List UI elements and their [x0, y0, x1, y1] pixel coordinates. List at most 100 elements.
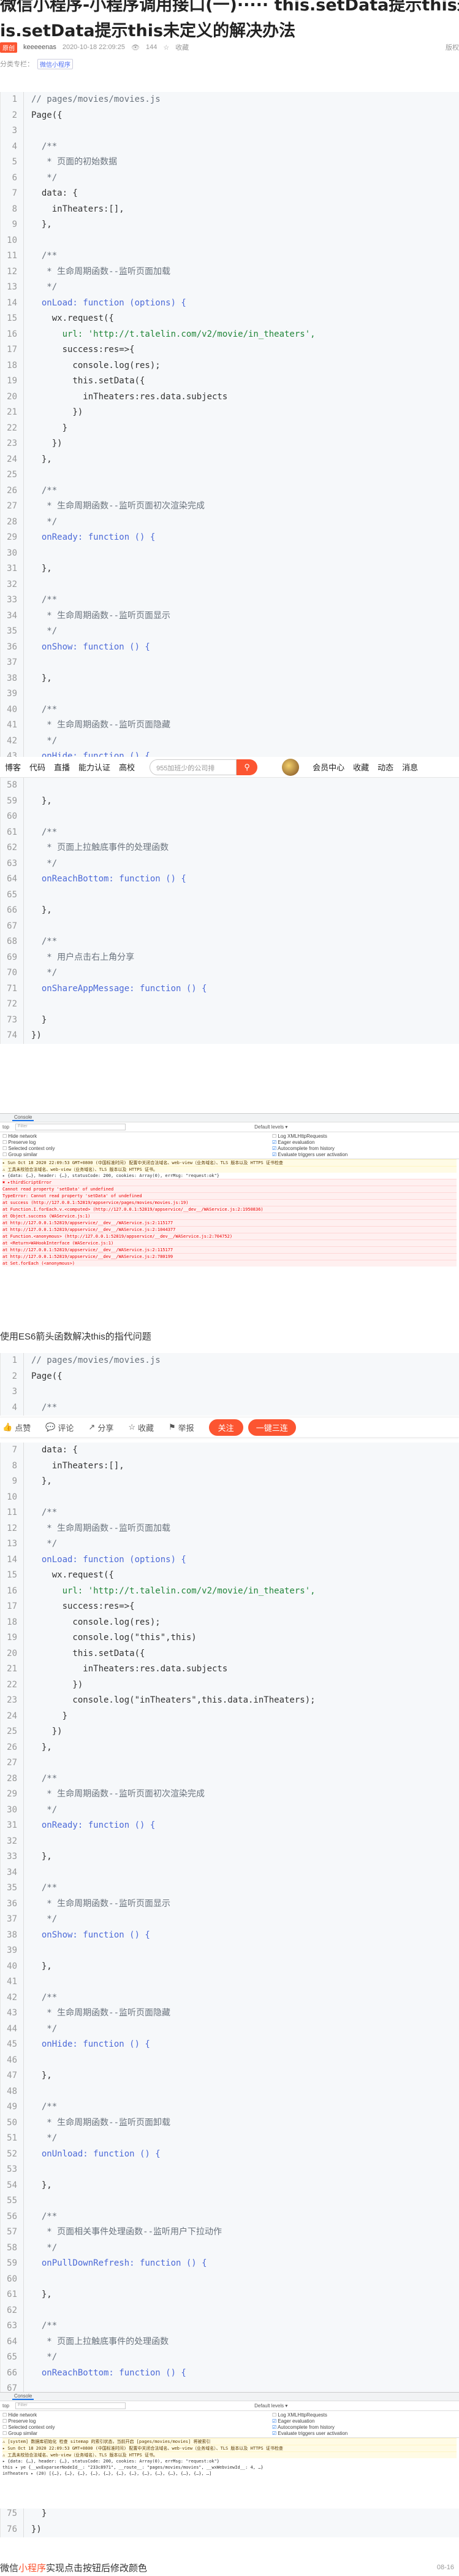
line-number: 45: [1, 2037, 24, 2053]
avatar[interactable]: [282, 758, 300, 776]
related-date: 08-16: [436, 2564, 454, 2571]
context-select[interactable]: top: [2, 2403, 9, 2409]
nav-item-code[interactable]: 代码: [29, 761, 45, 773]
filter-input[interactable]: Filter: [15, 2402, 126, 2409]
levels-dropdown[interactable]: Default levels ▾: [254, 1124, 287, 1130]
code-line: 33 /**: [1, 592, 459, 608]
code-text: onReachBottom: function () {: [31, 874, 186, 884]
category-tag[interactable]: 微信小程序: [37, 58, 73, 69]
comment-button[interactable]: 💬 评论: [45, 1422, 74, 1433]
like-button[interactable]: 👍 点赞: [2, 1422, 31, 1433]
code-line: 15 wx.request({: [1, 1568, 459, 1584]
setting-checkbox[interactable]: Selected context only: [2, 1146, 272, 1151]
line-number: 40: [1, 702, 24, 718]
search-button[interactable]: ⚲: [237, 759, 258, 775]
setting-checkbox[interactable]: Hide network: [2, 2412, 272, 2418]
code-line: 20 this.setData({: [1, 1646, 459, 1662]
code-line: 74}): [1, 1028, 459, 1044]
nav-item-messages[interactable]: 消息: [402, 761, 418, 773]
setting-checkbox[interactable]: Hide network: [2, 1133, 272, 1139]
code-line: 8 inTheaters:[],: [1, 1458, 459, 1474]
setting-checkbox[interactable]: Preserve log: [2, 2418, 272, 2424]
line-number: 57: [1, 2225, 24, 2241]
nav-item-blog[interactable]: 博客: [5, 761, 21, 773]
code-line: 26 },: [1, 1739, 459, 1755]
related-article[interactable]: 微信 小程序 实现点击按钮后修改颜色 08-16: [0, 2559, 459, 2576]
line-number: 17: [1, 1599, 24, 1615]
setting-checkbox[interactable]: Group similar: [2, 1152, 272, 1157]
line-number: 38: [1, 1927, 24, 1943]
nav-item-activity[interactable]: 动态: [377, 761, 393, 773]
tab-console[interactable]: Console: [12, 1114, 34, 1121]
console-message: ⚠ 工具未校验合法域名、web-view（业务域名）、TLS 版本以及 HTTP…: [2, 1166, 457, 1173]
setting-checkbox[interactable]: Autocomplete from history: [272, 1146, 456, 1151]
line-number: 35: [1, 1880, 24, 1896]
line-number: 76: [1, 2521, 24, 2537]
search-input[interactable]: 955加班少的公司排: [150, 759, 237, 775]
code-text: },: [31, 220, 52, 229]
setting-checkbox[interactable]: Group similar: [2, 2431, 272, 2436]
nav-item-vip[interactable]: 会员中心: [313, 761, 344, 773]
code-text: * 生命周期函数--监听页面隐藏: [31, 2008, 171, 2018]
favorite-link[interactable]: 收藏: [175, 42, 189, 52]
code-line: 10: [1, 232, 459, 248]
code-line: 45 onHide: function () {: [1, 2037, 459, 2053]
code-text: success:res=>{: [31, 1601, 135, 1611]
code-line: 66 },: [1, 903, 459, 919]
code-text: /**: [31, 595, 58, 605]
filter-input[interactable]: Filter: [15, 1124, 126, 1130]
line-number: 9: [1, 217, 24, 233]
setting-checkbox[interactable]: Autocomplete from history: [272, 2425, 456, 2430]
code-text: onReachBottom: function () {: [31, 2367, 186, 2378]
nav-item-favorites[interactable]: 收藏: [353, 761, 369, 773]
code-text: * 生命周期函数--监听页面显示: [31, 610, 171, 621]
setting-checkbox[interactable]: Log XMLHttpRequests: [272, 1133, 456, 1139]
code-line: 60: [1, 809, 459, 825]
code-line: 22 }: [1, 420, 459, 436]
original-badge: 原创: [0, 42, 17, 53]
line-number: 31: [1, 1818, 24, 1834]
line-number: 12: [1, 1520, 24, 1536]
flag-icon: ⚑: [169, 1422, 176, 1432]
code-text: },: [31, 2290, 52, 2299]
line-number: 70: [1, 965, 24, 981]
code-line: 11 /**: [1, 1505, 459, 1521]
nav-item-cert[interactable]: 能力认证: [78, 761, 110, 773]
code-line: 36 * 生命周期函数--监听页面显示: [1, 1896, 459, 1912]
tab-console[interactable]: Console: [12, 2393, 34, 2400]
setting-checkbox[interactable]: Selected context only: [2, 2425, 272, 2430]
code-line: 63 */: [1, 856, 459, 872]
code-text: */: [31, 172, 58, 183]
code-line: 16 url: 'http://t.talelin.com/v2/movie/i…: [1, 326, 459, 342]
code-text: * 页面的初始数据: [31, 157, 118, 167]
report-button[interactable]: ⚑ 举报: [169, 1422, 194, 1433]
share-button[interactable]: ↗ 分享: [88, 1422, 113, 1433]
code-text: /**: [31, 251, 58, 261]
setting-checkbox[interactable]: Eager evaluation: [272, 2418, 456, 2424]
copyright-link[interactable]: 版权: [446, 42, 459, 52]
line-number: 50: [1, 2115, 24, 2131]
nav-item-live[interactable]: 直播: [54, 761, 70, 773]
author-link[interactable]: keeeeenas: [23, 44, 56, 51]
setting-checkbox[interactable]: Log XMLHttpRequests: [272, 2412, 456, 2418]
setting-checkbox[interactable]: Evaluate triggers user activation: [272, 2431, 456, 2436]
code-line: 37 */: [1, 1912, 459, 1928]
console-settings: Hide networkLog XMLHttpRequestsPreserve …: [0, 1132, 459, 1159]
setting-checkbox[interactable]: Evaluate triggers user activation: [272, 1152, 456, 1157]
comment-label: 评论: [58, 1423, 74, 1433]
collect-button[interactable]: ☆ 收藏: [128, 1422, 154, 1433]
code-line: 21 inTheaters:res.data.subjects: [1, 1662, 459, 1677]
code-text: /**: [31, 141, 58, 151]
line-number: 74: [1, 1028, 24, 1044]
context-select[interactable]: top: [2, 1124, 9, 1130]
line-number: 1: [1, 1353, 24, 1369]
triple-action-button[interactable]: 一键三连: [248, 1419, 296, 1436]
levels-dropdown[interactable]: Default levels ▾: [254, 2403, 287, 2409]
code-line: 30: [1, 545, 459, 561]
follow-button[interactable]: 关注: [208, 1419, 243, 1436]
console-message: at http://127.0.0.1:52819/appservice/__d…: [2, 1219, 457, 1226]
setting-checkbox[interactable]: Preserve log: [2, 1140, 272, 1145]
code-text: */: [31, 1539, 58, 1549]
nav-item-college[interactable]: 高校: [119, 761, 135, 773]
setting-checkbox[interactable]: Eager evaluation: [272, 1140, 456, 1145]
